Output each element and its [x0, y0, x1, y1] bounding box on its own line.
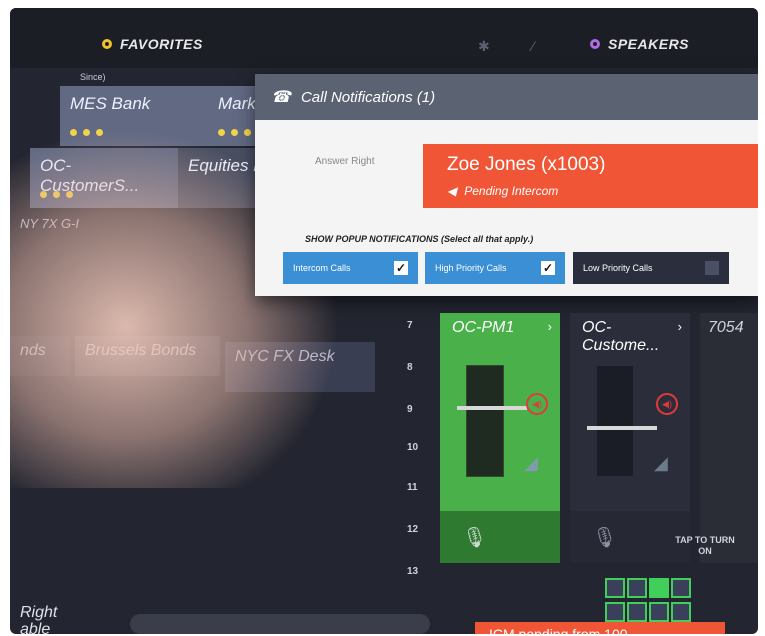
phone-icon: ☎ — [271, 89, 291, 106]
channel-number: 10 — [407, 442, 419, 453]
chevron-right-icon[interactable]: › — [678, 319, 682, 334]
call-notifications-panel: ☎ Call Notifications (1) Answer Right Zo… — [255, 74, 758, 296]
speaker-icon[interactable]: ◢ — [654, 453, 668, 474]
label-line1: Right — [20, 604, 58, 621]
option-label: Low Priority Calls — [583, 263, 653, 273]
channel-number: 13 — [407, 566, 419, 577]
microphone-icon[interactable]: 🎙 — [592, 525, 617, 550]
key[interactable] — [605, 578, 625, 598]
speakers-label: SPEAKERS — [608, 36, 690, 52]
channel-number: 12 — [407, 524, 419, 535]
key[interactable] — [627, 578, 647, 598]
favorite-status-dots — [218, 129, 251, 136]
channel-oc-customer[interactable]: OC- Custome... › ◀) ◢ 🎙 — [570, 313, 690, 563]
top-bar: FAVORITES ✱ ∕ SPEAKERS — [10, 8, 758, 68]
notifications-header: ☎ Call Notifications (1) — [255, 74, 758, 120]
tile-brussels-bonds[interactable]: Brussels Bonds — [75, 336, 220, 376]
speakers-ring-icon — [590, 39, 600, 49]
favorites-small-label: Since) — [80, 72, 106, 82]
checkbox-checked[interactable]: ✓ — [394, 261, 408, 275]
favorite-tile-label: NY 7X G-I — [20, 216, 80, 231]
channel-number: 7 — [407, 320, 413, 331]
microphone-icon[interactable]: 🎙 — [462, 525, 487, 550]
channel-number: 11 — [407, 482, 418, 493]
intercom-icon: ◀ — [447, 184, 457, 198]
option-label: High Priority Calls — [435, 263, 507, 273]
caller-status: ◀ Pending Intercom — [447, 184, 558, 198]
answer-right-label[interactable]: Answer Right — [315, 156, 374, 167]
checkbox-checked[interactable]: ✓ — [541, 261, 555, 275]
volume-slider[interactable] — [457, 365, 527, 477]
mic-row[interactable]: 🎙 — [440, 511, 560, 563]
favorites-label: FAVORITES — [120, 36, 203, 52]
key[interactable] — [627, 602, 647, 622]
channel-title-line2: Custome... — [582, 337, 660, 354]
pencil-icon[interactable]: ∕ — [532, 38, 534, 54]
option-label: Intercom Calls — [293, 263, 351, 273]
checkbox-unchecked[interactable] — [705, 261, 719, 275]
tile-nyc-fx-desk[interactable]: NYC FX Desk — [225, 342, 375, 392]
volume-slider[interactable] — [587, 365, 657, 477]
channel-7054[interactable]: 7054 — [700, 313, 758, 563]
favorite-status-dots — [40, 191, 73, 198]
favorites-tab[interactable]: FAVORITES — [102, 36, 203, 52]
tile-label: Brussels Bonds — [85, 342, 197, 359]
favorite-tile-mes-bank[interactable]: MES Bank — [60, 86, 208, 146]
tile-label: NYC FX Desk — [235, 348, 335, 365]
slider-handle[interactable] — [587, 426, 657, 430]
chevron-right-icon[interactable]: › — [548, 319, 552, 334]
notifications-title: Call Notifications (1) — [300, 88, 436, 106]
label-line2: able — [20, 621, 51, 634]
channel-title: OC- Custome... — [582, 319, 659, 355]
key[interactable] — [605, 602, 625, 622]
favorite-status-dots — [70, 129, 103, 136]
caller-name: Zoe Jones (x1003) — [447, 154, 606, 175]
channel-number: 8 — [407, 362, 413, 373]
mic-row[interactable]: 🎙 — [570, 511, 690, 563]
favorite-tile-label: MES Bank — [70, 94, 151, 113]
keypad[interactable] — [605, 578, 695, 622]
favorite-tile-label: OC-CustomerS... — [40, 156, 140, 195]
speaker-icon[interactable]: ◢ — [524, 453, 538, 474]
option-low-priority-calls[interactable]: Low Priority Calls — [573, 252, 729, 284]
pending-call-card[interactable]: Zoe Jones (x1003) ◀ Pending Intercom — [423, 144, 758, 208]
gear-icon[interactable]: ✱ — [478, 38, 490, 55]
popup-notifications-title: SHOW POPUP NOTIFICATIONS (Select all tha… — [305, 234, 534, 244]
channel-title: OC-PM1 — [452, 319, 515, 336]
key[interactable] — [671, 602, 691, 622]
tap-to-turn-on[interactable]: TAP TO TURN ON — [675, 535, 735, 557]
key[interactable] — [671, 578, 691, 598]
channel-title: 7054 — [708, 319, 744, 336]
icm-pending-banner[interactable]: ICM pending from 100... — [475, 622, 725, 634]
channel-title-line1: OC- — [582, 319, 612, 336]
mute-icon[interactable]: ◀) — [656, 393, 678, 415]
favorite-tile-ny[interactable]: NY 7X G-I — [10, 210, 170, 240]
option-intercom-calls[interactable]: Intercom Calls ✓ — [283, 252, 418, 284]
mute-icon[interactable]: ◀) — [526, 393, 548, 415]
bottom-pill[interactable] — [130, 614, 430, 634]
speakers-tab[interactable]: SPEAKERS — [590, 36, 689, 52]
channel-number-column: 7 8 9 10 11 12 13 — [395, 320, 435, 590]
tile-label: nds — [20, 342, 46, 359]
favorites-ring-icon — [102, 39, 112, 49]
bottom-left-label: Right able — [20, 604, 57, 634]
trading-turret-screen: FAVORITES ✱ ∕ SPEAKERS Since) MES Bank M… — [10, 8, 758, 634]
favorite-tile-oc-customer[interactable]: OC-CustomerS... — [30, 148, 178, 208]
key[interactable] — [649, 602, 669, 622]
tile-bonds[interactable]: nds — [10, 336, 70, 376]
channel-oc-pm1[interactable]: OC-PM1 › ◀) ◢ 🎙 — [440, 313, 560, 563]
slider-handle[interactable] — [457, 406, 527, 410]
key[interactable] — [649, 578, 669, 598]
option-high-priority-calls[interactable]: High Priority Calls ✓ — [425, 252, 565, 284]
channel-number: 9 — [407, 404, 413, 415]
caller-status-text: Pending Intercom — [464, 184, 559, 198]
